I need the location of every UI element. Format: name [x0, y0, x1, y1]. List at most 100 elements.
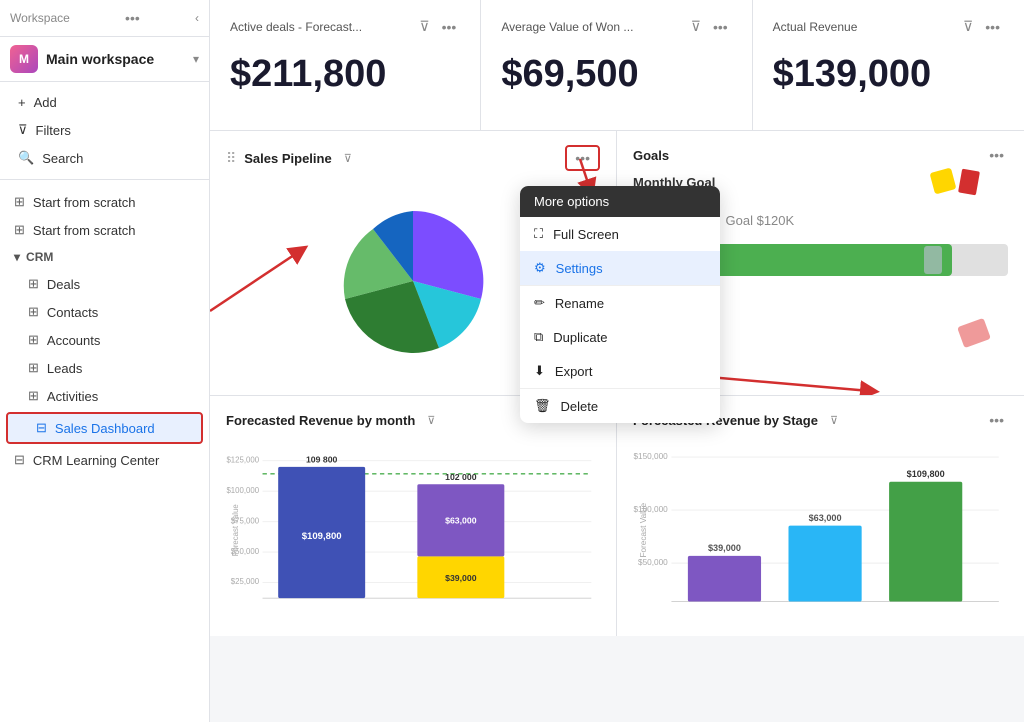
stage-bar-2 [788, 526, 861, 602]
sticker-2 [958, 169, 980, 196]
forecast-month-title: Forecasted Revenue by month [226, 413, 415, 428]
kpi-card-active-deals: Active deals - Forecast... ⊽ ••• $211,80… [210, 0, 481, 130]
export-icon: ⬇ [534, 363, 545, 379]
pipeline-title-group: ⠿ Sales Pipeline ⊽ [226, 150, 356, 167]
add-button[interactable]: + Add [10, 90, 199, 115]
sidebar-item-start-scratch-2[interactable]: ⊞ Start from scratch [0, 216, 209, 244]
sidebar-item-crm-learning[interactable]: ⊟ CRM Learning Center [0, 446, 209, 474]
sticker-1 [930, 168, 957, 195]
stage-bar-1 [688, 556, 761, 602]
sidebar-item-contacts[interactable]: ⊞ Contacts [0, 298, 209, 326]
kpi-more-button-3[interactable]: ••• [981, 17, 1004, 37]
kpi-filter-button-2[interactable]: ⊽ [687, 16, 705, 37]
forecasted-revenue-month-card: Forecasted Revenue by month ⊽ ••• $125,0… [210, 396, 617, 636]
filter-icon: ⊽ [18, 122, 28, 138]
more-options-settings[interactable]: ⚙ Settings [520, 251, 720, 286]
sidebar-top-bar: Workspace ••• ‹ [0, 0, 209, 37]
more-options-fullscreen[interactable]: ⛶ Full Screen [520, 217, 720, 251]
sidebar-item-accounts[interactable]: ⊞ Accounts [0, 326, 209, 354]
workspace-name: Main workspace [46, 51, 185, 67]
activities-icon: ⊞ [28, 388, 39, 404]
kpi-more-button-2[interactable]: ••• [709, 17, 732, 37]
kpi-title-2: Average Value of Won ... [501, 20, 633, 34]
rename-icon: ✏ [534, 295, 545, 311]
sidebar-item-leads[interactable]: ⊞ Leads [0, 354, 209, 382]
pipeline-filter-btn[interactable]: ⊽ [340, 150, 356, 167]
search-button[interactable]: 🔍 Search [10, 145, 199, 171]
kpi-value-1: $211,800 [230, 53, 460, 96]
kpi-filter-button-3[interactable]: ⊽ [959, 16, 977, 37]
charts-row: ⠿ Sales Pipeline ⊽ ••• [210, 131, 1024, 396]
pipeline-title: Sales Pipeline [244, 151, 331, 166]
sidebar-more-button[interactable]: ••• [121, 8, 144, 28]
filters-button[interactable]: ⊽ Filters [10, 117, 199, 143]
bar-charts-row: Forecasted Revenue by month ⊽ ••• $125,0… [210, 396, 1024, 636]
workspace-selector[interactable]: M Main workspace ▾ [0, 37, 209, 82]
svg-text:$125,000: $125,000 [226, 455, 259, 464]
kpi-value-2: $69,500 [501, 53, 731, 96]
kpi-actions-1: ⊽ ••• [415, 16, 460, 37]
kpi-more-button-1[interactable]: ••• [438, 17, 461, 37]
kpi-filter-button-1[interactable]: ⊽ [415, 16, 433, 37]
sidebar-item-sales-dashboard[interactable]: ⊟ Sales Dashboard [6, 412, 203, 444]
stickers [932, 170, 978, 194]
kpi-row: Active deals - Forecast... ⊽ ••• $211,80… [210, 0, 1024, 131]
crm-section[interactable]: ▾ CRM [0, 244, 209, 270]
fullscreen-icon: ⛶ [534, 226, 543, 242]
kpi-actions-2: ⊽ ••• [687, 16, 732, 37]
more-options-duplicate[interactable]: ⧉ Duplicate [520, 320, 720, 354]
sticker-3 [957, 318, 991, 348]
accounts-icon: ⊞ [28, 332, 39, 348]
leads-icon: ⊞ [28, 360, 39, 376]
duplicate-icon: ⧉ [534, 329, 543, 345]
sidebar: Workspace ••• ‹ M Main workspace ▾ + Add… [0, 0, 210, 722]
kpi-header-1: Active deals - Forecast... ⊽ ••• [230, 16, 460, 37]
more-options-popup: More options ⛶ Full Screen ⚙ Settings ✏ … [520, 186, 720, 423]
forecast-month-filter-btn[interactable]: ⊽ [423, 412, 439, 429]
goals-header: Goals ••• [633, 145, 1008, 165]
svg-text:Forecast Value: Forecast Value [231, 504, 240, 556]
more-options-delete[interactable]: 🗑 Delete [520, 389, 720, 423]
kpi-value-3: $139,000 [773, 53, 1004, 96]
sidebar-item-start-scratch-1[interactable]: ⊞ Start from scratch [0, 188, 209, 216]
goal-bar-marker [924, 246, 942, 274]
svg-text:$100,000: $100,000 [226, 486, 259, 495]
delete-icon: 🗑 [534, 398, 551, 414]
goals-title: Goals [633, 148, 669, 163]
forecast-month-chart: $125,000 $100,000 $75,000 $50,000 $25,00… [226, 440, 600, 620]
forecast-month-svg: $125,000 $100,000 $75,000 $50,000 $25,00… [226, 440, 600, 625]
sidebar-item-deals[interactable]: ⊞ Deals [0, 270, 209, 298]
sidebar-item-activities[interactable]: ⊞ Activities [0, 382, 209, 410]
forecasted-revenue-stage-card: Forecasted Revenue by Stage ⊽ ••• $150,0… [617, 396, 1024, 636]
more-options-header: More options [520, 186, 720, 217]
kpi-card-actual-revenue: Actual Revenue ⊽ ••• $139,000 [753, 0, 1024, 130]
forecast-stage-chart: $150,000 $100,000 $50,000 $39,000 $ [633, 440, 1008, 620]
contacts-icon: ⊞ [28, 304, 39, 320]
svg-text:102 000: 102 000 [445, 472, 477, 482]
kpi-header-2: Average Value of Won ... ⊽ ••• [501, 16, 731, 37]
kpi-title-1: Active deals - Forecast... [230, 20, 362, 34]
kpi-header-3: Actual Revenue ⊽ ••• [773, 16, 1004, 37]
learning-icon: ⊟ [14, 452, 25, 468]
kpi-title-3: Actual Revenue [773, 20, 858, 34]
forecast-stage-more-btn[interactable]: ••• [985, 410, 1008, 430]
pipeline-more-button[interactable]: ••• [565, 145, 600, 171]
sidebar-nav: ⊞ Start from scratch ⊞ Start from scratc… [0, 180, 209, 722]
more-options-export[interactable]: ⬇ Export [520, 354, 720, 389]
stage-bar-3 [889, 482, 962, 602]
goal-target-value: Goal $120K [726, 213, 795, 228]
dashboard-icon: ⊟ [36, 420, 47, 436]
svg-text:$50,000: $50,000 [638, 558, 668, 567]
grid-icon-2: ⊞ [14, 222, 25, 238]
goals-more-button[interactable]: ••• [985, 145, 1008, 165]
sidebar-actions: + Add ⊽ Filters 🔍 Search [0, 82, 209, 180]
search-icon: 🔍 [18, 150, 34, 166]
kpi-actions-3: ⊽ ••• [959, 16, 1004, 37]
forecast-month-title-group: Forecasted Revenue by month ⊽ [226, 412, 439, 429]
forecast-stage-filter-btn[interactable]: ⊽ [826, 412, 842, 429]
forecast-stage-svg: $150,000 $100,000 $50,000 $39,000 $ [633, 440, 1008, 625]
svg-text:$63,000: $63,000 [445, 515, 477, 525]
more-options-rename[interactable]: ✏ Rename [520, 286, 720, 320]
collapse-icon[interactable]: ‹ [195, 11, 199, 25]
caret-icon: ▾ [14, 250, 20, 264]
